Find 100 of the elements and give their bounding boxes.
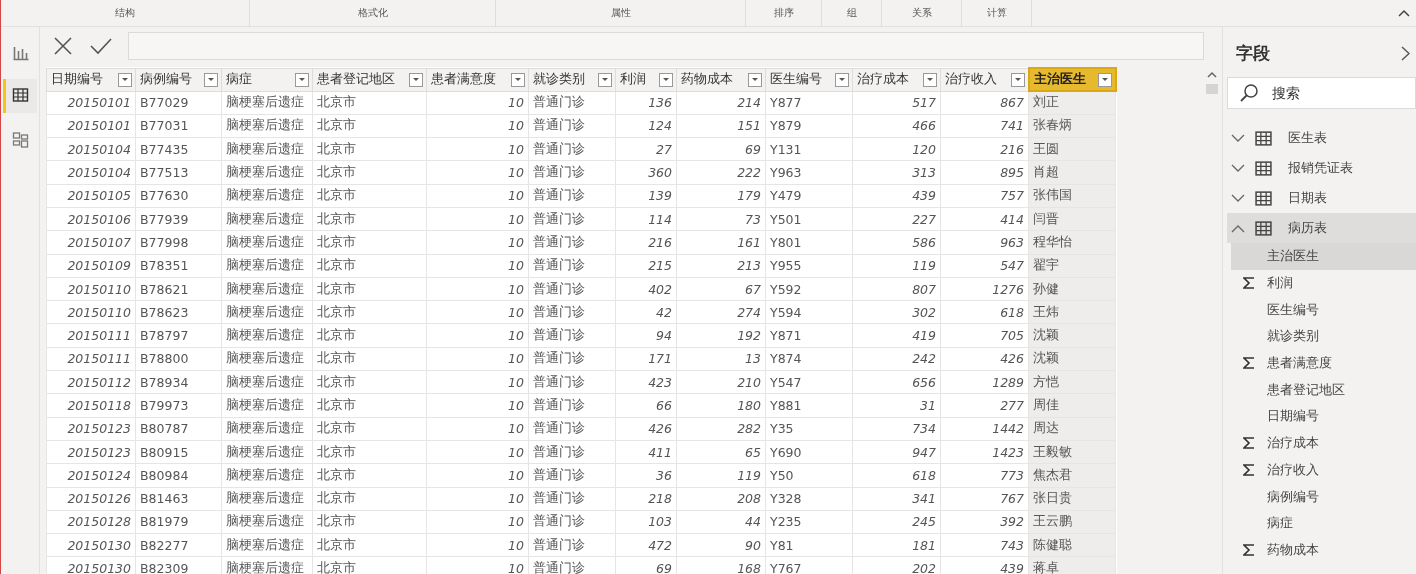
column-header[interactable]: 主治医生 xyxy=(1028,68,1116,91)
filter-dropdown[interactable] xyxy=(295,72,309,87)
table-cell: 119 xyxy=(676,463,766,488)
column-header[interactable]: 医生编号 xyxy=(765,68,853,91)
filter-dropdown[interactable] xyxy=(1010,72,1025,87)
field-name: 治疗成本 xyxy=(1267,434,1319,453)
table-cell: 139 xyxy=(615,184,677,208)
filter-dropdown[interactable] xyxy=(923,72,937,87)
table-cell: 392 xyxy=(940,510,1029,534)
table-list-item[interactable]: 报销凭证表 xyxy=(1227,153,1416,183)
field-list-item[interactable]: 主治医生 xyxy=(1231,243,1416,270)
table-cell: 10 xyxy=(426,370,529,394)
table-cell: 216 xyxy=(940,137,1029,161)
ribbon-group-label: 计算 xyxy=(986,6,1007,20)
table-cell: 脑梗塞后遗症 xyxy=(221,487,313,511)
field-name: 医生编号 xyxy=(1267,300,1319,319)
filter-dropdown[interactable] xyxy=(659,72,673,87)
chevron-up-icon[interactable] xyxy=(1231,223,1245,233)
table-cell: 脑梗塞后遗症 xyxy=(221,207,313,231)
field-list-item[interactable]: 病症 xyxy=(1231,509,1416,537)
table-cell: 90 xyxy=(676,533,766,557)
scroll-up-icon[interactable] xyxy=(1207,71,1217,78)
column-header[interactable]: 就诊类别 xyxy=(528,68,616,91)
table-cell: 脑梗塞后遗症 xyxy=(221,463,313,488)
column-header[interactable]: 患者登记地区 xyxy=(312,68,427,91)
field-list-item[interactable]: 医生编号 xyxy=(1231,296,1416,324)
collapse-ribbon-icon[interactable] xyxy=(1398,9,1410,17)
chevron-down-icon[interactable] xyxy=(1231,163,1245,173)
filter-dropdown[interactable] xyxy=(118,72,132,87)
table-list-item[interactable]: 日期表 xyxy=(1227,183,1416,213)
table-cell: 普通门诊 xyxy=(528,533,616,557)
column-header[interactable]: 日期编号 xyxy=(46,68,136,91)
sigma-icon xyxy=(1243,277,1255,290)
field-list-item[interactable]: 就诊类别 xyxy=(1231,323,1416,350)
table-cell: Y877 xyxy=(765,91,853,115)
table-cell: 普通门诊 xyxy=(528,417,616,441)
field-list-item[interactable]: 患者满意度 xyxy=(1231,349,1416,377)
field-name: 治疗收入 xyxy=(1267,460,1319,479)
table-cell: 普通门诊 xyxy=(528,440,616,464)
table-cell: 脑梗塞后遗症 xyxy=(221,417,313,441)
field-list-item[interactable]: 日期编号 xyxy=(1231,403,1416,430)
filter-dropdown[interactable] xyxy=(511,72,525,87)
chevron-down-icon[interactable] xyxy=(1231,193,1245,203)
table-cell: 411 xyxy=(615,440,677,464)
table-cell: Y874 xyxy=(765,347,853,371)
table-cell: 31 xyxy=(852,393,941,418)
filter-dropdown[interactable] xyxy=(835,72,849,87)
table-cell: 227 xyxy=(852,207,941,231)
table-cell: 北京市 xyxy=(312,487,427,511)
table-cell: 705 xyxy=(940,323,1029,348)
table-cell: 1289 xyxy=(940,370,1029,394)
formula-input[interactable] xyxy=(128,32,1204,60)
table-cell: 151 xyxy=(676,114,766,138)
column-header[interactable]: 治疗成本 xyxy=(852,68,941,91)
column-header[interactable]: 药物成本 xyxy=(676,68,766,91)
column-header[interactable]: 病例编号 xyxy=(135,68,222,91)
chevron-down-icon[interactable] xyxy=(1231,133,1245,143)
table-cell: 69 xyxy=(676,137,766,161)
filter-dropdown[interactable] xyxy=(204,72,218,87)
dropdown-icon xyxy=(751,77,759,82)
scroll-thumb[interactable] xyxy=(1206,84,1218,94)
column-header[interactable]: 病症 xyxy=(221,68,313,91)
collapse-pane-icon[interactable] xyxy=(1401,45,1410,61)
table-cell: 脑梗塞后遗症 xyxy=(221,91,313,115)
table-list-item[interactable]: 医生表 xyxy=(1227,123,1416,153)
table-cell: 10 xyxy=(426,91,529,115)
filter-dropdown[interactable] xyxy=(598,72,612,87)
filter-dropdown[interactable] xyxy=(409,72,423,87)
table-cell: 360 xyxy=(615,160,677,185)
field-list-item[interactable]: 治疗收入 xyxy=(1231,456,1416,484)
filter-dropdown[interactable] xyxy=(748,72,762,87)
table-cell: 脑梗塞后遗症 xyxy=(221,114,313,138)
view-tab[interactable] xyxy=(2,79,37,113)
table-cell: 脑梗塞后遗症 xyxy=(221,533,313,557)
table-cell: 313 xyxy=(852,160,941,185)
table-cell: 216 xyxy=(615,230,677,255)
table-cell: 179 xyxy=(676,184,766,208)
pane-title: 字段 xyxy=(1236,41,1270,65)
table-cell: 743 xyxy=(940,533,1029,557)
field-list-item[interactable]: 利润 xyxy=(1231,269,1416,297)
table-cell: Y328 xyxy=(765,487,853,511)
field-list-item[interactable]: 患者登记地区 xyxy=(1231,376,1416,404)
table-cell: 656 xyxy=(852,370,941,394)
table-list-item[interactable]: 病历表 xyxy=(1227,213,1416,243)
search-field[interactable]: 搜索 xyxy=(1227,77,1416,109)
column-header[interactable]: 利润 xyxy=(615,68,677,91)
column-header[interactable]: 患者满意度 xyxy=(426,68,529,91)
field-list-item[interactable]: 病例编号 xyxy=(1231,483,1416,510)
table-cell: 517 xyxy=(852,91,941,115)
dropdown-icon xyxy=(412,77,420,82)
field-list-item[interactable]: 药物成本 xyxy=(1231,536,1416,564)
table-cell: 20150130 xyxy=(46,533,136,557)
field-list-item[interactable]: 治疗成本 xyxy=(1231,429,1416,457)
column-header[interactable]: 治疗收入 xyxy=(940,68,1029,91)
table-cell: 普通门诊 xyxy=(528,91,616,115)
ribbon-group-label: 结构 xyxy=(114,6,135,20)
table-cell: 10 xyxy=(426,417,529,441)
table-cell: 10 xyxy=(426,510,529,534)
filter-dropdown[interactable] xyxy=(1097,72,1112,87)
table-cell: 普通门诊 xyxy=(528,487,616,511)
